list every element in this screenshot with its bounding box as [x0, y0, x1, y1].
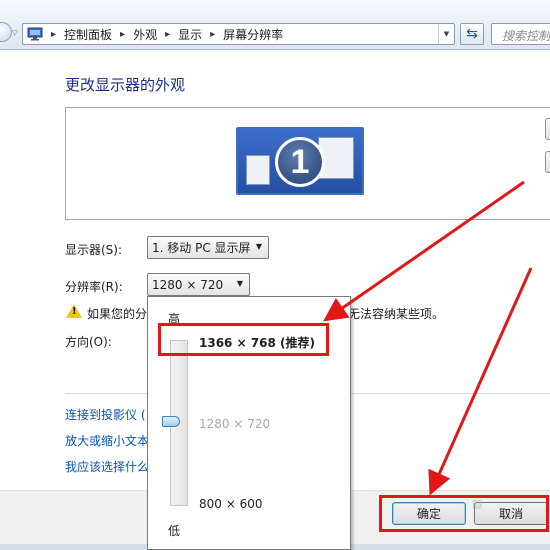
breadcrumb-separator-icon: ▸ — [120, 28, 126, 40]
breadcrumb-appearance[interactable]: 外观 — [133, 26, 157, 43]
resolution-select[interactable]: 1280 × 720 ▼ — [147, 273, 250, 296]
warning-text-end: 无法容纳某些项。 — [348, 307, 445, 321]
refresh-icon: ⇆ — [466, 26, 478, 42]
address-toolbar: ▽ ▸ 控制面板 ▸ 外观 ▸ 显示 ▸ 屏幕分辨率 ▼ ⇆ 搜索控制 — [0, 0, 550, 50]
warning-text-start: 如果您的分 — [87, 307, 148, 321]
chevron-down-icon: ▼ — [255, 242, 262, 251]
breadcrumb-display[interactable]: 显示 — [178, 26, 202, 43]
slider-low-label: 低 — [168, 524, 181, 538]
warning-mark: ! — [72, 306, 77, 317]
display-label: 显示器(S): — [65, 243, 123, 257]
control-panel-icon — [27, 27, 43, 41]
monitor-number-badge: 1 — [275, 137, 325, 187]
search-input[interactable]: 搜索控制 — [491, 23, 550, 45]
annotation-highlight-ok — [379, 495, 549, 532]
recent-pages-dropdown-icon[interactable]: ▽ — [12, 29, 17, 37]
annotation-highlight-recommended — [158, 323, 329, 356]
orientation-label: 方向(O): — [65, 335, 112, 349]
chevron-down-icon: ▼ — [236, 279, 243, 288]
which-settings-link[interactable]: 我应该选择什么 — [65, 458, 149, 475]
breadcrumb-screen-resolution[interactable]: 屏幕分辨率 — [223, 26, 283, 43]
detect-button[interactable] — [545, 118, 550, 140]
breadcrumb-separator-icon: ▸ — [51, 28, 57, 40]
refresh-button[interactable]: ⇆ — [460, 23, 484, 45]
identify-button[interactable] — [545, 151, 550, 173]
address-history-dropdown-icon[interactable]: ▼ — [438, 24, 454, 44]
breadcrumb-separator-icon: ▸ — [165, 28, 171, 40]
address-bar[interactable]: ▸ 控制面板 ▸ 外观 ▸ 显示 ▸ 屏幕分辨率 ▼ — [22, 23, 455, 45]
resolution-select-value: 1280 × 720 — [152, 277, 224, 292]
resolution-option-1280[interactable]: 1280 × 720 — [199, 417, 270, 431]
annotation-arrow-to-ok — [428, 267, 533, 496]
display-select[interactable]: 1. 移动 PC 显示屏 ▼ — [147, 236, 269, 259]
text-size-link[interactable]: 放大或缩小文本 — [65, 432, 149, 449]
resolution-label: 分辨率(R): — [65, 280, 123, 294]
connect-projector-link[interactable]: 连接到投影仪 ( — [65, 406, 146, 423]
page-title: 更改显示器的外观 — [65, 76, 186, 94]
resolution-option-800[interactable]: 800 × 600 — [199, 497, 263, 511]
resolution-slider-thumb[interactable] — [162, 416, 180, 427]
monitor-window-left — [246, 155, 270, 185]
monitor-1-thumbnail[interactable]: 1 — [236, 127, 364, 195]
watermark: ▨ — [472, 497, 483, 510]
forward-button[interactable] — [0, 22, 12, 42]
breadcrumb-separator-icon: ▸ — [210, 28, 216, 40]
display-select-value: 1. 移动 PC 显示屏 — [152, 241, 251, 255]
breadcrumb-control-panel[interactable]: 控制面板 — [64, 26, 112, 43]
